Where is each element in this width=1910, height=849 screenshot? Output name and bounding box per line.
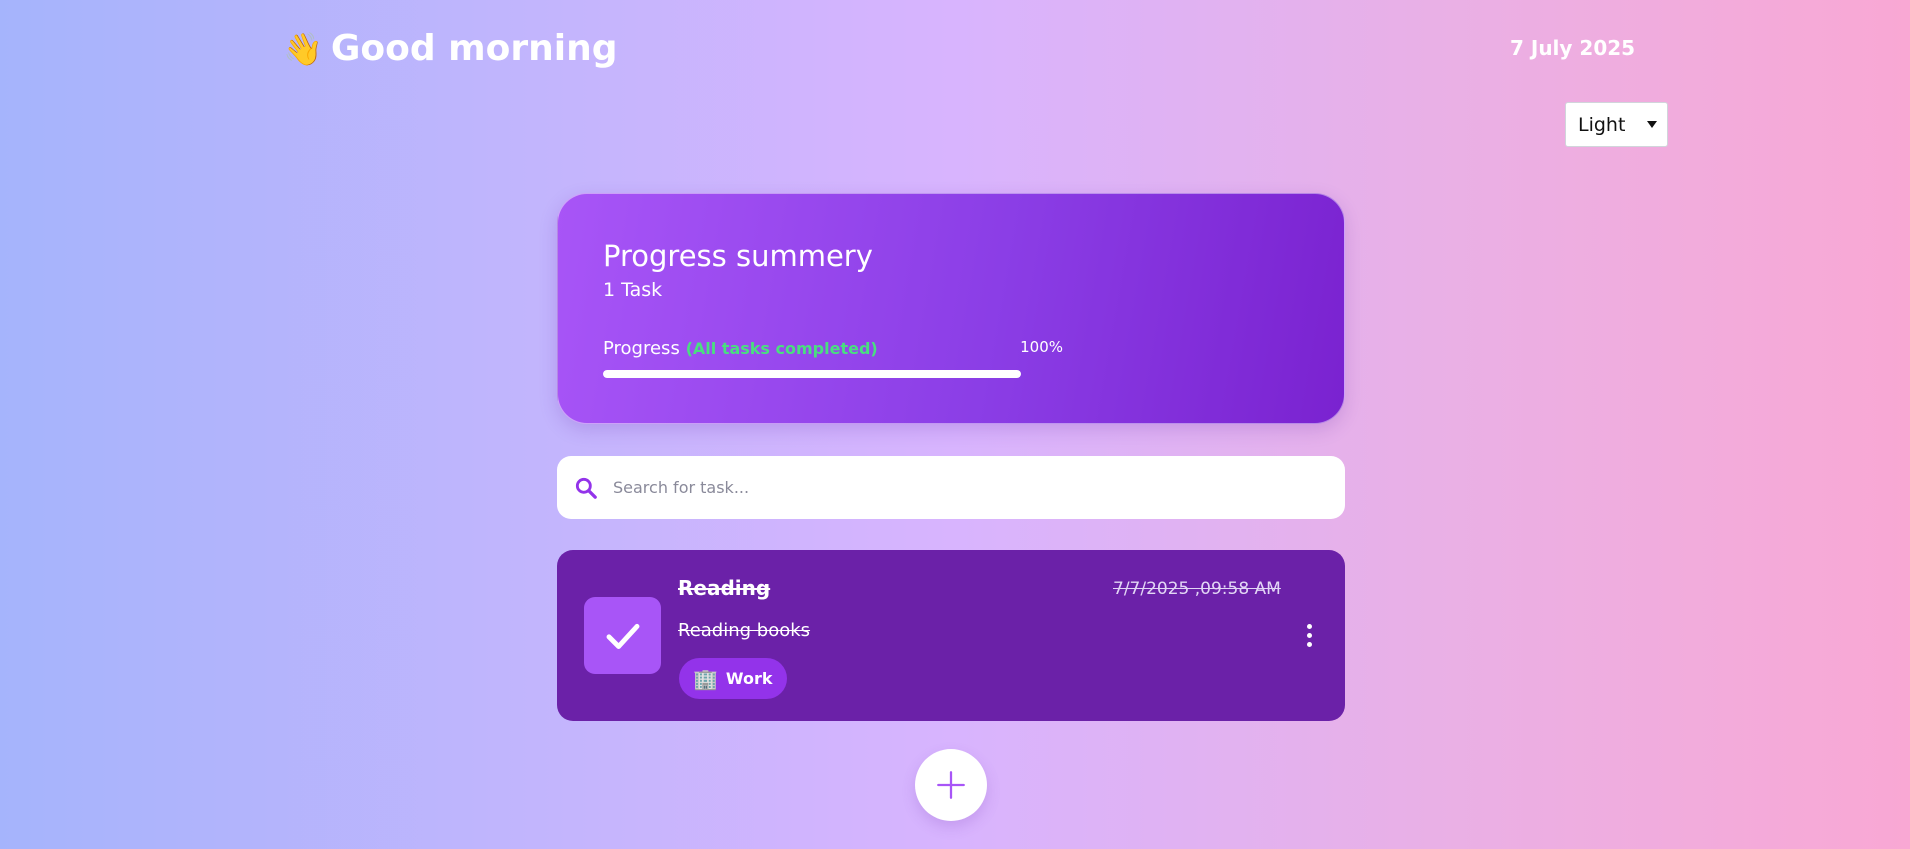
- greeting-header: 👋 Good morning: [283, 26, 618, 72]
- add-task-button[interactable]: [915, 749, 987, 821]
- task-date: 7/7/2025 ,09:58 AM: [1113, 579, 1281, 599]
- progress-label-text: Progress: [603, 338, 680, 359]
- task-count: 1 Task: [603, 279, 663, 301]
- progress-label: Progress (All tasks completed): [603, 337, 878, 361]
- task-description: Reading books: [678, 620, 811, 641]
- more-dot: [1306, 641, 1312, 647]
- checkmark-icon: [606, 623, 639, 649]
- summary-title: Progress summery: [603, 239, 873, 273]
- progress-summary-card: Progress summery 1 Task Progress (All ta…: [557, 193, 1345, 424]
- search-icon: [575, 477, 597, 499]
- theme-select-value: Light: [1578, 113, 1626, 136]
- progress-bar: [603, 370, 1021, 378]
- task-more-options-button[interactable]: [1295, 614, 1323, 656]
- task-category-badge: 🏢 Work: [679, 658, 787, 699]
- search-box[interactable]: [557, 456, 1345, 519]
- search-input[interactable]: [611, 477, 1345, 498]
- greeting-text: Good morning: [330, 28, 618, 69]
- progress-status: (All tasks completed): [685, 339, 878, 358]
- task-complete-checkbox[interactable]: [584, 597, 661, 674]
- task-title: Reading: [678, 576, 771, 600]
- task-card[interactable]: Reading 7/7/2025 ,09:58 AM Reading books…: [557, 550, 1345, 721]
- chevron-down-icon: [1647, 121, 1657, 128]
- progress-bar-fill: [603, 370, 1021, 378]
- task-category-label: Work: [725, 669, 773, 688]
- theme-select[interactable]: Light: [1565, 102, 1668, 147]
- more-dot: [1306, 623, 1312, 629]
- current-date: 7 July 2025: [1510, 36, 1636, 60]
- progress-percent: 100%: [1020, 338, 1063, 356]
- more-dot: [1306, 632, 1312, 638]
- plus-icon: [937, 771, 965, 799]
- office-building-icon: 🏢: [693, 666, 718, 691]
- wave-hand-icon: 👋: [283, 30, 323, 68]
